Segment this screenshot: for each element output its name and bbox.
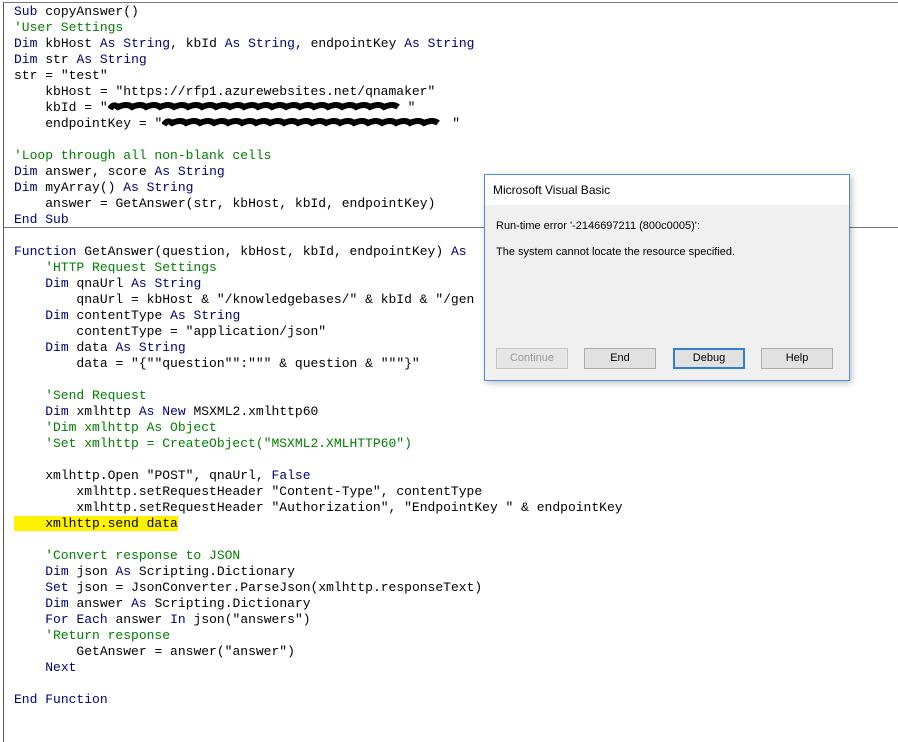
code-comment: 'Return response — [14, 628, 171, 643]
code-text: contentType = "application/json" — [76, 324, 327, 339]
code-text: answer = GetAnswer(str, kbHost, kbId, en… — [45, 196, 436, 211]
code-comment: 'HTTP Request Settings — [14, 260, 217, 275]
code-text: kbHost = "https://rfp1.azurewebsites.net… — [45, 84, 436, 99]
code-line[interactable]: 'Set xmlhttp = CreateObject("MSXML2.XMLH… — [14, 436, 623, 452]
code-line[interactable]: End Function — [14, 692, 623, 708]
code-line[interactable]: 'Dim xmlhttp As Object — [14, 420, 623, 436]
code-line[interactable]: str = "test" — [14, 68, 623, 84]
code-line[interactable]: Sub copyAnswer() — [14, 4, 623, 20]
code-line[interactable]: kbId = " " — [14, 100, 623, 116]
code-line[interactable]: Dim answer As Scripting.Dictionary — [14, 596, 623, 612]
code-text: Dim qnaUrl As String — [45, 276, 202, 291]
code-text: End Function — [14, 692, 108, 707]
code-comment: 'User Settings — [14, 20, 124, 35]
code-text: xmlhttp.setRequestHeader "Content-Type",… — [76, 484, 483, 499]
code-line[interactable]: 'Return response — [14, 628, 623, 644]
code-line[interactable]: kbHost = "https://rfp1.azurewebsites.net… — [14, 84, 623, 100]
code-comment: 'Dim xmlhttp As Object — [14, 420, 217, 435]
code-line[interactable]: 'Send Request — [14, 388, 623, 404]
code-text: " — [407, 100, 416, 115]
code-comment: 'Send Request — [14, 388, 147, 403]
code-text: For Each answer In json("answers") — [45, 612, 311, 627]
debug-button[interactable]: Debug — [673, 348, 745, 369]
code-line[interactable]: 'User Settings — [14, 20, 623, 36]
code-text: qnaUrl = kbHost & "/knowledgebases/" & k… — [76, 292, 475, 307]
code-text: Function GetAnswer(question, kbHost, kbI… — [14, 244, 467, 259]
code-line[interactable]: xmlhttp.setRequestHeader "Authorization"… — [14, 500, 623, 516]
code-line[interactable] — [14, 132, 623, 148]
code-text: data = "{""question"":""" & question & "… — [76, 356, 420, 371]
help-button[interactable]: Help — [761, 348, 833, 369]
redaction-scribble — [162, 117, 441, 127]
code-text: xmlhttp.Open "POST", qnaUrl, False — [45, 468, 311, 483]
code-line[interactable]: Set json = JsonConverter.ParseJson(xmlht… — [14, 580, 623, 596]
code-text: Dim myArray() As String — [14, 180, 194, 195]
runtime-error-dialog: Microsoft Visual Basic Run-time error '-… — [484, 174, 850, 381]
dialog-title: Microsoft Visual Basic — [485, 175, 849, 205]
code-text: endpointKey = " — [45, 116, 163, 131]
code-line[interactable]: Next — [14, 660, 623, 676]
code-text: Dim str As String — [14, 52, 147, 67]
code-text: Dim json As Scripting.Dictionary — [45, 564, 295, 579]
highlighted-statement: xmlhttp.send data — [14, 516, 178, 531]
code-text: Sub copyAnswer() — [14, 4, 139, 19]
redaction-scribble — [107, 101, 400, 111]
code-text: Dim xmlhttp As New MSXML2.xmlhttp60 — [45, 404, 319, 419]
code-text: " — [452, 116, 461, 131]
code-line[interactable] — [14, 676, 623, 692]
error-code: Run-time error '-2146697211 (800c0005)': — [496, 220, 700, 232]
code-text: Next — [45, 660, 77, 675]
code-text: Set json = JsonConverter.ParseJson(xmlht… — [45, 580, 483, 595]
code-line[interactable]: Dim kbHost As String, kbId As String, en… — [14, 36, 623, 52]
code-line[interactable]: endpointKey = " " — [14, 116, 623, 132]
code-line[interactable]: 'Convert response to JSON — [14, 548, 623, 564]
code-comment: 'Convert response to JSON — [14, 548, 241, 563]
code-text: Dim answer, score As String — [14, 164, 225, 179]
code-line[interactable]: Dim str As String — [14, 52, 623, 68]
code-line[interactable]: Dim xmlhttp As New MSXML2.xmlhttp60 — [14, 404, 623, 420]
code-line[interactable]: 'Loop through all non-blank cells — [14, 148, 623, 164]
code-text: Dim data As String — [45, 340, 186, 355]
code-comment: 'Loop through all non-blank cells — [14, 148, 272, 163]
end-button[interactable]: End — [584, 348, 656, 369]
code-line[interactable]: xmlhttp.setRequestHeader "Content-Type",… — [14, 484, 623, 500]
code-text: str = "test" — [14, 68, 108, 83]
error-message: The system cannot locate the resource sp… — [496, 246, 736, 258]
code-text: Dim answer As Scripting.Dictionary — [45, 596, 311, 611]
code-line[interactable]: For Each answer In json("answers") — [14, 612, 623, 628]
code-line[interactable]: GetAnswer = answer("answer") — [14, 644, 623, 660]
code-text: Dim kbHost As String, kbId As String, en… — [14, 36, 475, 51]
code-line[interactable] — [14, 452, 623, 468]
code-text: kbId = " — [45, 100, 108, 115]
code-text: Dim contentType As String — [45, 308, 241, 323]
code-text: xmlhttp.setRequestHeader "Authorization"… — [76, 500, 623, 515]
continue-button: Continue — [496, 348, 568, 369]
code-line[interactable]: xmlhttp.send data — [14, 516, 623, 532]
code-line[interactable] — [14, 532, 623, 548]
code-text: End Sub — [14, 212, 69, 227]
code-line[interactable]: xmlhttp.Open "POST", qnaUrl, False — [14, 468, 623, 484]
code-comment: 'Set xmlhttp = CreateObject("MSXML2.XMLH… — [14, 436, 412, 451]
code-text: GetAnswer = answer("answer") — [76, 644, 295, 659]
code-line[interactable]: Dim json As Scripting.Dictionary — [14, 564, 623, 580]
